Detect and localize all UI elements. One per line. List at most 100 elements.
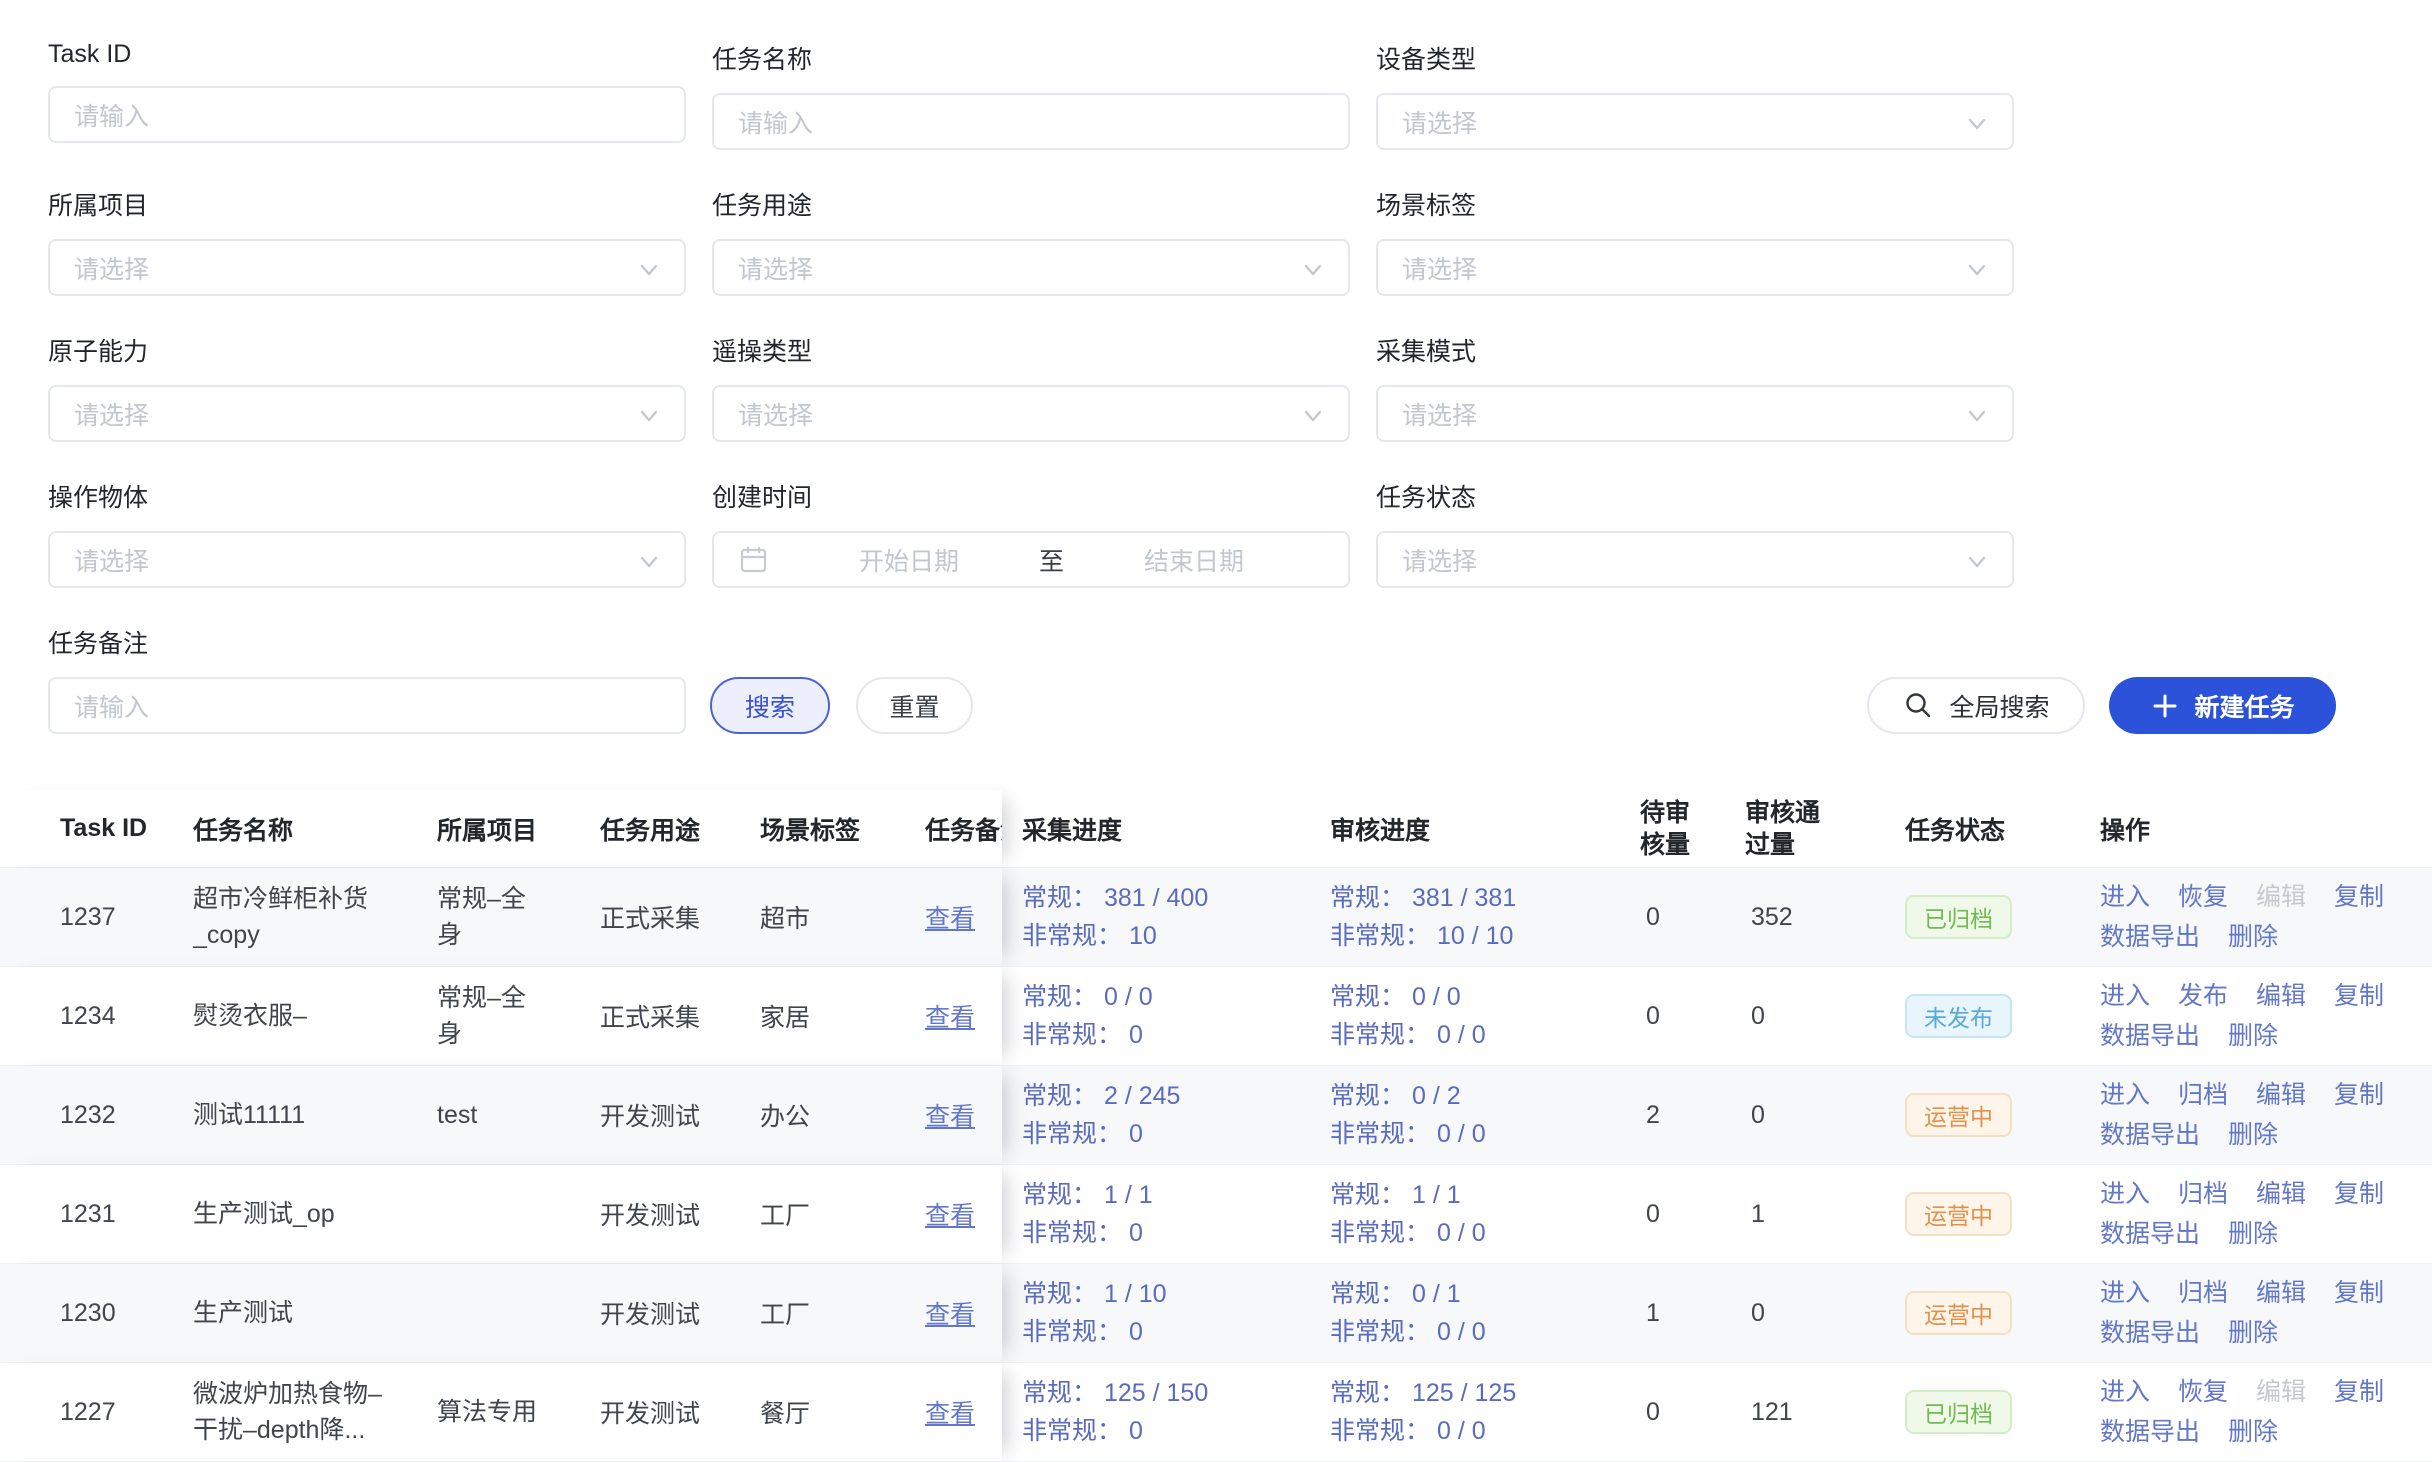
table-row: 1232 测试11111 test 开发测试 办公 查看 常规： 2 / 245…	[0, 1066, 2432, 1165]
filter-field-scene-tag: 场景标签 请选择	[1376, 186, 2014, 296]
view-remark-link[interactable]: 查看	[925, 1097, 975, 1133]
filter-field-device-type: 设备类型 请选择	[1376, 40, 2014, 150]
cell-pending-count: 0	[1640, 1363, 1745, 1461]
new-task-button[interactable]: 新建任务	[2109, 677, 2336, 734]
cell-remark: 查看	[925, 868, 1002, 966]
op-enter[interactable]: 进入	[2100, 1372, 2150, 1412]
status-badge: 运营中	[1905, 1192, 2012, 1236]
op-archive-toggle[interactable]: 恢复	[2178, 1372, 2228, 1412]
cell-scene: 工厂	[760, 1165, 925, 1263]
cell-project: 常规–全身	[437, 868, 600, 966]
search-button[interactable]: 搜索	[710, 677, 830, 734]
filter-field-project: 所属项目 请选择	[48, 186, 686, 296]
op-delete[interactable]: 删除	[2228, 1214, 2278, 1254]
cell-task-id: 1231	[60, 1165, 193, 1263]
op-enter[interactable]: 进入	[2100, 1075, 2150, 1115]
op-copy[interactable]: 复制	[2334, 877, 2384, 917]
op-edit[interactable]: 编辑	[2256, 1174, 2306, 1214]
filter-field-task-status: 任务状态 请选择	[1376, 478, 2014, 588]
op-enter[interactable]: 进入	[2100, 1174, 2150, 1214]
task-remark-input[interactable]: 请输入	[48, 677, 686, 734]
op-export[interactable]: 数据导出	[2100, 1016, 2200, 1056]
view-remark-link[interactable]: 查看	[925, 1394, 975, 1430]
op-export[interactable]: 数据导出	[2100, 1115, 2200, 1155]
device-type-select[interactable]: 请选择	[1376, 93, 2014, 150]
op-edit[interactable]: 编辑	[2256, 1372, 2306, 1412]
cell-purpose: 开发测试	[600, 1363, 760, 1461]
op-copy[interactable]: 复制	[2334, 976, 2384, 1016]
scene-tag-select[interactable]: 请选择	[1376, 239, 2014, 296]
cell-task-name: 熨烫衣服–	[193, 967, 437, 1065]
end-date-placeholder[interactable]: 结束日期	[1064, 542, 1324, 578]
op-edit[interactable]: 编辑	[2256, 976, 2306, 1016]
task-status-select[interactable]: 请选择	[1376, 531, 2014, 588]
op-enter[interactable]: 进入	[2100, 877, 2150, 917]
table-row: 1237 超市冷鲜柜补货_copy 常规–全身 正式采集 超市 查看 常规： 3…	[0, 868, 2432, 967]
op-archive-toggle[interactable]: 归档	[2178, 1075, 2228, 1115]
view-remark-link[interactable]: 查看	[925, 899, 975, 935]
op-export[interactable]: 数据导出	[2100, 1412, 2200, 1452]
op-copy[interactable]: 复制	[2334, 1372, 2384, 1412]
teleop-type-select[interactable]: 请选择	[712, 385, 1350, 442]
collect-irregular: 非常规： 0	[1022, 1313, 1167, 1351]
op-enter[interactable]: 进入	[2100, 976, 2150, 1016]
calendar-icon	[738, 544, 769, 575]
cell-approved-count: 0	[1745, 967, 1905, 1065]
op-copy[interactable]: 复制	[2334, 1075, 2384, 1115]
op-export[interactable]: 数据导出	[2100, 917, 2200, 957]
status-badge: 运营中	[1905, 1093, 2012, 1137]
view-remark-link[interactable]: 查看	[925, 1196, 975, 1232]
op-edit[interactable]: 编辑	[2256, 1075, 2306, 1115]
create-time-range-picker[interactable]: 开始日期 至 结束日期	[712, 531, 1350, 588]
collect-irregular: 非常规： 10	[1022, 917, 1208, 955]
cell-task-name: 测试11111	[193, 1066, 437, 1164]
collect-regular: 常规： 125 / 150	[1022, 1374, 1208, 1412]
view-remark-link[interactable]: 查看	[925, 1295, 975, 1331]
search-icon	[1902, 689, 1936, 723]
task-name-input[interactable]: 请输入	[712, 93, 1350, 150]
filter-panel: Task ID 请输入 任务名称 请输入 设备类型 请选择 所属项目 请选择	[0, 0, 2432, 734]
view-remark-link[interactable]: 查看	[925, 998, 975, 1034]
op-copy[interactable]: 复制	[2334, 1174, 2384, 1214]
op-archive-toggle[interactable]: 归档	[2178, 1273, 2228, 1313]
purpose-select[interactable]: 请选择	[712, 239, 1350, 296]
collect-mode-select[interactable]: 请选择	[1376, 385, 2014, 442]
op-export[interactable]: 数据导出	[2100, 1313, 2200, 1353]
cell-status: 已归档	[1905, 1363, 2085, 1461]
col-pending: 待审核量	[1640, 790, 1745, 867]
plus-icon	[2150, 691, 2180, 721]
op-archive-toggle[interactable]: 恢复	[2178, 877, 2228, 917]
operation-object-select[interactable]: 请选择	[48, 531, 686, 588]
op-enter[interactable]: 进入	[2100, 1273, 2150, 1313]
global-search-button[interactable]: 全局搜索	[1867, 677, 2085, 734]
cell-task-id: 1237	[60, 868, 193, 966]
cell-remark: 查看	[925, 967, 1002, 1065]
op-delete[interactable]: 删除	[2228, 917, 2278, 957]
review-irregular: 非常规： 0 / 0	[1330, 1016, 1486, 1054]
op-archive-toggle[interactable]: 发布	[2178, 976, 2228, 1016]
collect-irregular: 非常规： 0	[1022, 1115, 1180, 1153]
task-status-placeholder: 请选择	[1402, 542, 1477, 578]
review-regular: 常规： 0 / 1	[1330, 1275, 1486, 1313]
cell-collect-progress: 常规： 1 / 10 非常规： 0	[1002, 1264, 1330, 1362]
start-date-placeholder[interactable]: 开始日期	[779, 542, 1039, 578]
op-copy[interactable]: 复制	[2334, 1273, 2384, 1313]
op-archive-toggle[interactable]: 归档	[2178, 1174, 2228, 1214]
op-delete[interactable]: 删除	[2228, 1016, 2278, 1056]
cell-project	[437, 1264, 600, 1362]
project-select[interactable]: 请选择	[48, 239, 686, 296]
op-delete[interactable]: 删除	[2228, 1412, 2278, 1452]
op-export[interactable]: 数据导出	[2100, 1214, 2200, 1254]
op-delete[interactable]: 删除	[2228, 1115, 2278, 1155]
cell-approved-count: 0	[1745, 1066, 1905, 1164]
op-delete[interactable]: 删除	[2228, 1313, 2278, 1353]
atomic-ability-select[interactable]: 请选择	[48, 385, 686, 442]
cell-purpose: 开发测试	[600, 1264, 760, 1362]
reset-button[interactable]: 重置	[856, 677, 973, 734]
collect-irregular: 非常规： 0	[1022, 1412, 1208, 1450]
collect-mode-label: 采集模式	[1376, 332, 2014, 368]
col-collect-progress: 采集进度	[1002, 790, 1330, 867]
op-edit[interactable]: 编辑	[2256, 1273, 2306, 1313]
task-id-input[interactable]: 请输入	[48, 86, 686, 143]
op-edit[interactable]: 编辑	[2256, 877, 2306, 917]
